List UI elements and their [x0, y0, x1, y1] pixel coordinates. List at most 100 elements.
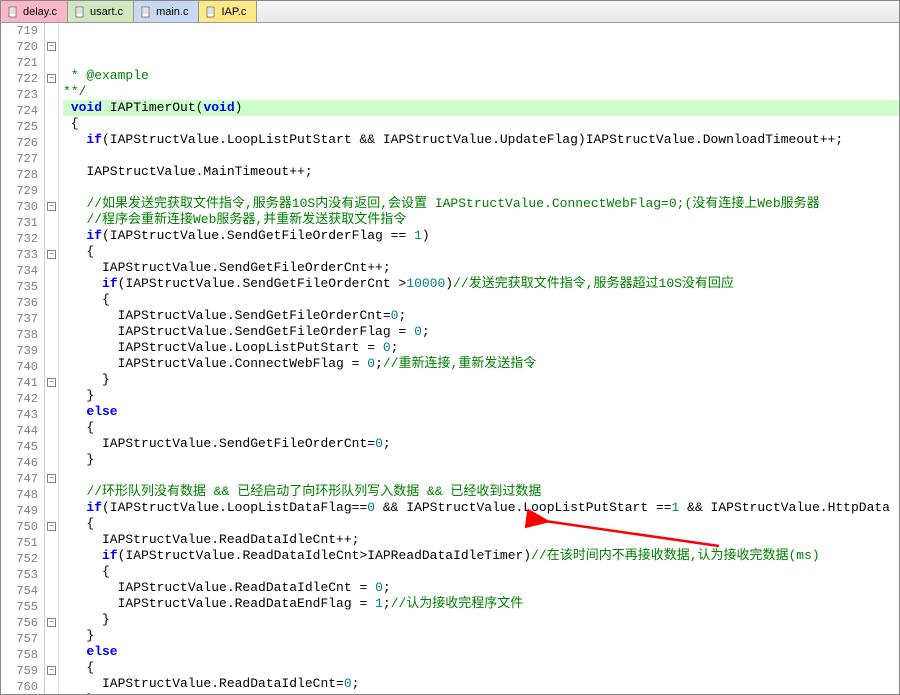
code-line[interactable]: //如果发送完获取文件指令,服务器10S内没有返回,会设置 IAPStructV…	[63, 196, 899, 212]
line-number: 742	[1, 391, 38, 407]
code-line[interactable]	[63, 180, 899, 196]
code-line[interactable]: IAPStructValue.MainTimeout++;	[63, 164, 899, 180]
code-line[interactable]	[63, 148, 899, 164]
line-number: 746	[1, 455, 38, 471]
fold-toggle[interactable]: −	[47, 250, 56, 259]
tab-label: delay.c	[23, 6, 57, 18]
code-line[interactable]: if(IAPStructValue.SendGetFileOrderFlag =…	[63, 228, 899, 244]
code-line[interactable]: }	[63, 452, 899, 468]
code-line[interactable]: if(IAPStructValue.ReadDataIdleCnt>IAPRea…	[63, 548, 899, 564]
line-number: 726	[1, 135, 38, 151]
editor-window: delay.cusart.cmain.cIAP.c 71972072172272…	[0, 0, 900, 695]
line-number: 735	[1, 279, 38, 295]
file-icon	[140, 6, 152, 18]
line-number: 752	[1, 551, 38, 567]
code-line[interactable]: IAPStructValue.ReadDataIdleCnt = 0;	[63, 580, 899, 596]
code-line[interactable]: {	[63, 516, 899, 532]
file-icon	[7, 6, 19, 18]
code-line[interactable]: {	[63, 244, 899, 260]
code-line[interactable]: else	[63, 644, 899, 660]
fold-toggle[interactable]: −	[47, 42, 56, 51]
line-number: 756	[1, 615, 38, 631]
line-number: 745	[1, 439, 38, 455]
code-line[interactable]: IAPStructValue.ReadDataIdleCnt++;	[63, 532, 899, 548]
code-line[interactable]: }	[63, 692, 899, 694]
code-line[interactable]	[63, 468, 899, 484]
code-line[interactable]: IAPStructValue.ReadDataIdleCnt=0;	[63, 676, 899, 692]
code-content[interactable]: * @example**/ void IAPTimerOut(void) { i…	[59, 23, 899, 694]
line-number: 724	[1, 103, 38, 119]
line-number: 725	[1, 119, 38, 135]
tab-usart-c[interactable]: usart.c	[68, 1, 134, 22]
line-number: 748	[1, 487, 38, 503]
code-line[interactable]: //程序会重新连接Web服务器,并重新发送获取文件指令	[63, 212, 899, 228]
code-line[interactable]: if(IAPStructValue.LoopListDataFlag==0 &&…	[63, 500, 899, 516]
line-number: 732	[1, 231, 38, 247]
code-line[interactable]: {	[63, 564, 899, 580]
fold-gutter: − − − − − − − − −	[45, 23, 59, 694]
code-line[interactable]: IAPStructValue.SendGetFileOrderFlag = 0;	[63, 324, 899, 340]
code-line[interactable]: //环形队列没有数据 && 已经启动了向环形队列写入数据 && 已经收到过数据	[63, 484, 899, 500]
code-line[interactable]: IAPStructValue.LoopListPutStart = 0;	[63, 340, 899, 356]
fold-toggle[interactable]: −	[47, 74, 56, 83]
line-number: 758	[1, 647, 38, 663]
line-number: 723	[1, 87, 38, 103]
line-number: 755	[1, 599, 38, 615]
fold-toggle[interactable]: −	[47, 378, 56, 387]
code-area: 7197207217227237247257267277287297307317…	[1, 23, 899, 694]
code-line[interactable]: IAPStructValue.SendGetFileOrderCnt++;	[63, 260, 899, 276]
line-number: 757	[1, 631, 38, 647]
code-line[interactable]: {	[63, 420, 899, 436]
tab-label: usart.c	[90, 6, 123, 18]
line-number: 749	[1, 503, 38, 519]
code-line[interactable]: }	[63, 388, 899, 404]
code-line[interactable]: IAPStructValue.ReadDataEndFlag = 1;//认为接…	[63, 596, 899, 612]
code-line[interactable]: }	[63, 372, 899, 388]
line-number: 753	[1, 567, 38, 583]
code-line[interactable]: void IAPTimerOut(void)	[63, 100, 899, 116]
line-number: 727	[1, 151, 38, 167]
line-number: 731	[1, 215, 38, 231]
line-number: 747	[1, 471, 38, 487]
tab-label: main.c	[156, 6, 188, 18]
line-number: 734	[1, 263, 38, 279]
line-number: 730	[1, 199, 38, 215]
line-number: 719	[1, 23, 38, 39]
line-number: 722	[1, 71, 38, 87]
line-number: 721	[1, 55, 38, 71]
code-line[interactable]: {	[63, 660, 899, 676]
code-line[interactable]: IAPStructValue.SendGetFileOrderCnt=0;	[63, 436, 899, 452]
line-number: 738	[1, 327, 38, 343]
tab-bar: delay.c usart.c main.c IAP.c	[1, 1, 899, 23]
code-line[interactable]: IAPStructValue.ConnectWebFlag = 0;//重新连接…	[63, 356, 899, 372]
code-line[interactable]: * @example	[63, 68, 899, 84]
fold-toggle[interactable]: −	[47, 202, 56, 211]
tab-delay-c[interactable]: delay.c	[1, 1, 68, 22]
code-line[interactable]: if(IAPStructValue.SendGetFileOrderCnt >1…	[63, 276, 899, 292]
fold-toggle[interactable]: −	[47, 618, 56, 627]
fold-toggle[interactable]: −	[47, 474, 56, 483]
line-number: 729	[1, 183, 38, 199]
code-line[interactable]: IAPStructValue.SendGetFileOrderCnt=0;	[63, 308, 899, 324]
code-line[interactable]: }	[63, 612, 899, 628]
line-number: 751	[1, 535, 38, 551]
line-number: 740	[1, 359, 38, 375]
fold-toggle[interactable]: −	[47, 522, 56, 531]
line-number: 760	[1, 679, 38, 694]
line-number: 720	[1, 39, 38, 55]
file-icon	[205, 6, 217, 18]
line-number: 741	[1, 375, 38, 391]
code-line[interactable]: }	[63, 628, 899, 644]
line-number: 739	[1, 343, 38, 359]
file-icon	[74, 6, 86, 18]
code-line[interactable]: {	[63, 116, 899, 132]
code-line[interactable]: {	[63, 292, 899, 308]
tab-label: IAP.c	[221, 6, 246, 18]
tab-IAP-c[interactable]: IAP.c	[199, 1, 257, 22]
code-line[interactable]: if(IAPStructValue.LoopListPutStart && IA…	[63, 132, 899, 148]
tab-main-c[interactable]: main.c	[134, 1, 199, 22]
fold-toggle[interactable]: −	[47, 666, 56, 675]
code-line[interactable]: else	[63, 404, 899, 420]
line-number: 754	[1, 583, 38, 599]
code-line[interactable]: **/	[63, 84, 899, 100]
